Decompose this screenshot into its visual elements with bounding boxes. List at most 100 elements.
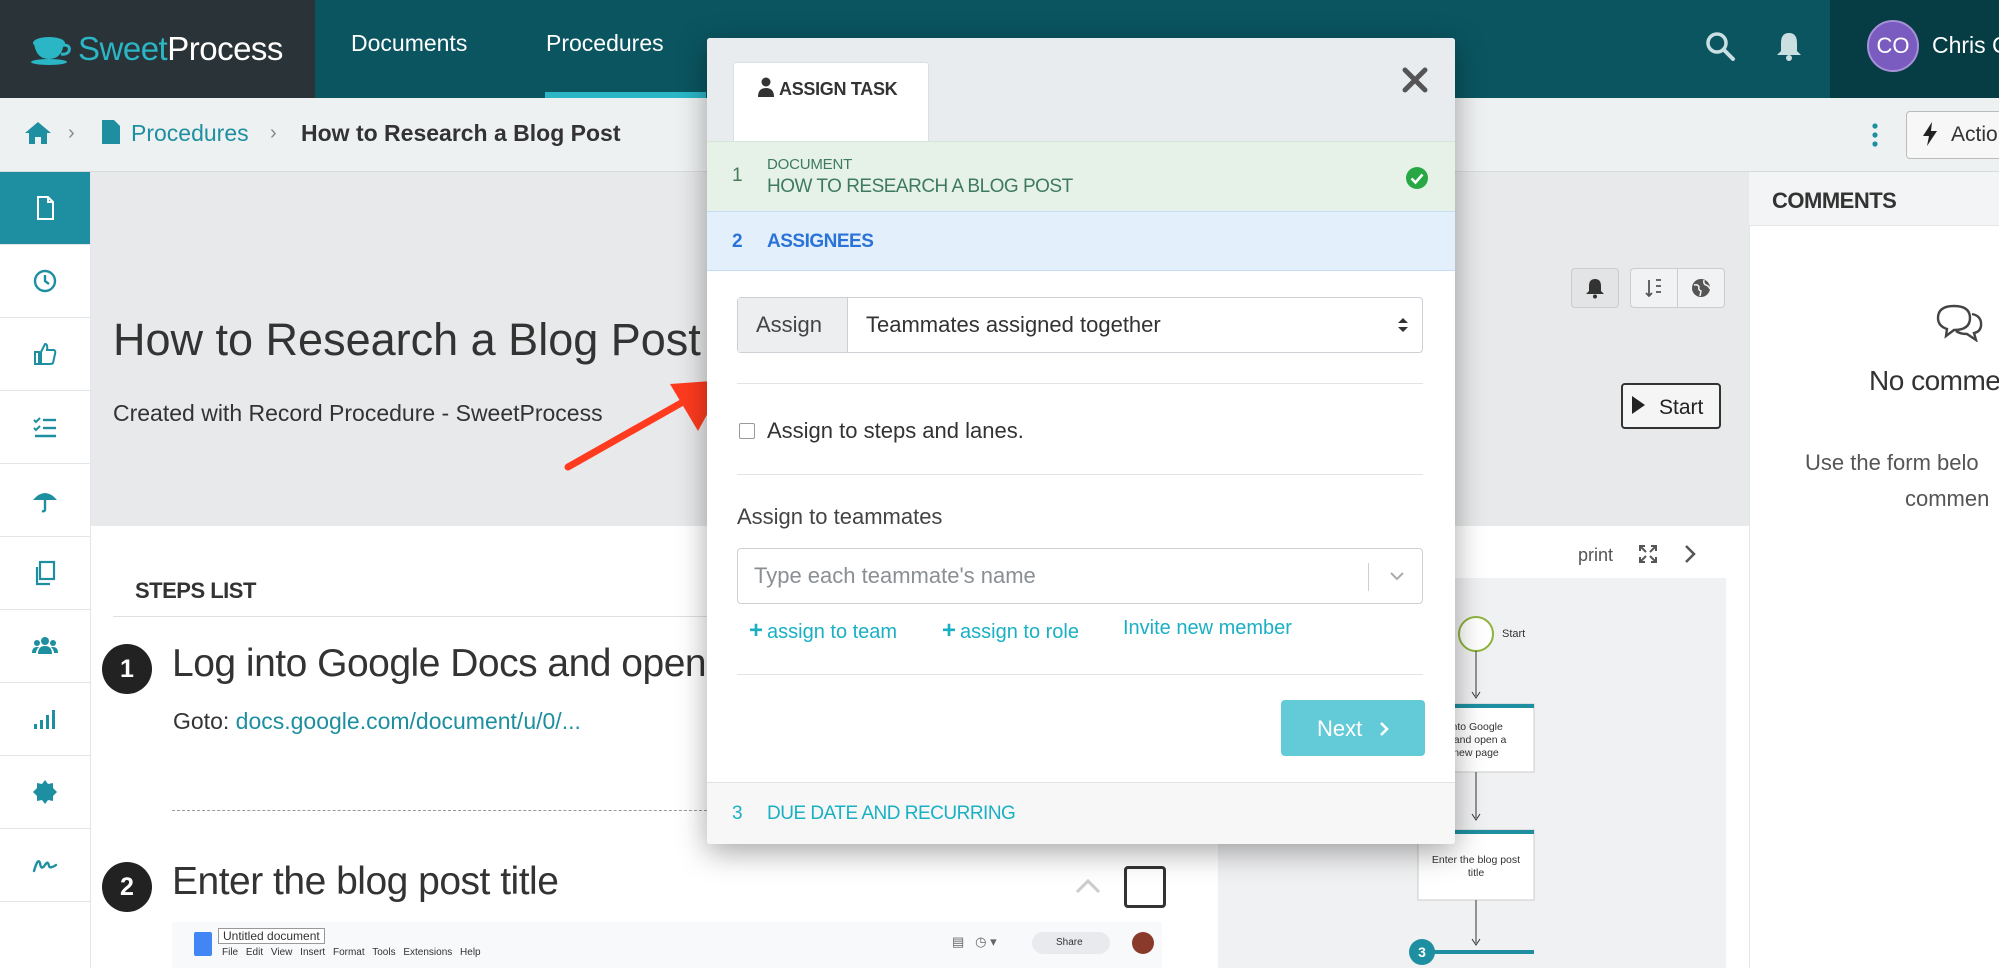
bell-icon[interactable] [1773, 30, 1805, 62]
wizard-step-title: DUE DATE AND RECURRING [767, 803, 1016, 824]
notify-button[interactable] [1571, 268, 1619, 308]
nav-documents[interactable]: Documents [351, 30, 467, 57]
sidebar-item-teams[interactable] [0, 610, 90, 683]
sidebar-item-document[interactable] [0, 172, 90, 245]
input-separator [1368, 563, 1369, 591]
wizard-step-assignees[interactable]: 2 ASSIGNEES [707, 211, 1455, 271]
wizard-step-title: ASSIGNEES [767, 231, 874, 252]
sort-button[interactable] [1630, 268, 1678, 308]
brand-logo[interactable]: Sweet Process [0, 0, 315, 98]
wizard-step-caption: DOCUMENT [767, 156, 853, 173]
umbrella-icon [33, 493, 57, 513]
assign-to-team-link[interactable]: + assign to team [749, 617, 897, 645]
gdoc-toolbar-icons: ▤ ◷ ▾ [952, 934, 997, 949]
assign-to-role-link[interactable]: + assign to role [942, 617, 1079, 645]
nav-procedures[interactable]: Procedures [546, 30, 664, 57]
user-icon [758, 77, 774, 97]
sidebar-item-reports[interactable] [0, 683, 90, 756]
clock-icon [33, 269, 57, 293]
google-docs-icon [194, 932, 212, 956]
expand-icon[interactable] [1638, 544, 1658, 564]
checklist-icon [33, 417, 56, 438]
step-number: 2 [102, 862, 152, 912]
next-button-label: Next [1317, 716, 1363, 741]
home-icon[interactable] [24, 120, 52, 146]
divider [737, 474, 1423, 475]
sidebar-item-signature[interactable] [0, 829, 90, 902]
flowchart-node-3-number: 3 [1418, 944, 1426, 960]
step-goto-link[interactable]: docs.google.com/document/u/0/... [236, 708, 581, 734]
divider [113, 616, 713, 617]
document-subtitle: Created with Record Procedure - SweetPro… [113, 400, 603, 426]
assign-mode-select[interactable]: Teammates assigned together [848, 298, 1422, 352]
gdoc-share-button: Share [1032, 932, 1110, 954]
check-circle-icon [1406, 167, 1428, 189]
tab-assign-task[interactable] [733, 62, 929, 142]
close-icon[interactable] [1400, 65, 1430, 95]
play-icon [1632, 396, 1645, 414]
wizard-step-number: 3 [732, 803, 743, 824]
bell-icon [1586, 279, 1604, 299]
more-options-icon[interactable] [1867, 120, 1883, 150]
user-name[interactable]: Chris C [1932, 32, 1999, 59]
breadcrumb-current: How to Research a Blog Post [301, 120, 621, 146]
sidebar-item-checklist[interactable] [0, 391, 90, 464]
assign-mode-select-group: Assign Teammates assigned together [737, 297, 1423, 353]
users-icon [32, 637, 58, 654]
wizard-step-number: 1 [732, 165, 743, 186]
teacup-icon [31, 37, 71, 65]
chevron-right-icon[interactable] [1683, 544, 1697, 564]
language-button[interactable] [1677, 268, 1725, 308]
step-goto: Goto: docs.google.com/document/u/0/... [173, 708, 581, 735]
chevron-right-icon [1380, 722, 1389, 736]
breadcrumb-separator: › [270, 122, 277, 144]
search-icon[interactable] [1704, 30, 1736, 62]
document-icon [37, 196, 54, 220]
page-title: How to Research a Blog Post [113, 314, 701, 365]
sidebar-item-copy[interactable] [0, 537, 90, 610]
teammate-name-input[interactable] [738, 549, 1358, 603]
sidebar-item-policies[interactable] [0, 464, 90, 537]
breadcrumb-procedures-link[interactable]: Procedures [131, 120, 249, 147]
invite-member-link[interactable]: Invite new member [1123, 617, 1292, 640]
tab-assign-task-label: ASSIGN TASK [779, 79, 898, 99]
wizard-step-due-date[interactable]: 3 DUE DATE AND RECURRING [707, 782, 1455, 844]
step-title[interactable]: Log into Google Docs and open [172, 642, 707, 686]
comments-hint: Use the form belo [1805, 450, 1979, 475]
sidebar-item-history[interactable] [0, 245, 90, 318]
assign-teammates-label: Assign to teammates [737, 504, 943, 529]
assign-addon-label: Assign [738, 298, 848, 352]
steps-list-heading: STEPS LIST [135, 578, 256, 603]
breadcrumb-separator: › [68, 122, 75, 144]
wizard-step-title: HOW TO RESEARCH A BLOG POST [767, 176, 1073, 197]
brand-name-process: Process [167, 30, 283, 67]
assign-to-team-label: assign to team [767, 621, 898, 643]
bar-chart-icon [34, 710, 55, 729]
plus-icon: + [942, 617, 957, 644]
avatar[interactable]: CO [1867, 20, 1919, 72]
print-link[interactable]: print [1578, 545, 1613, 566]
next-button[interactable]: Next [1281, 700, 1425, 756]
assign-task-modal: ASSIGN TASK 1 DOCUMENT HOW TO RESEARCH A… [707, 38, 1455, 844]
step-title[interactable]: Enter the blog post title [172, 860, 559, 904]
teammate-search-field[interactable] [737, 548, 1423, 604]
comments-empty-title: No comme [1869, 365, 1999, 396]
avatar [1132, 932, 1154, 954]
step-complete-checkbox[interactable] [1124, 866, 1166, 908]
wizard-step-document[interactable]: 1 DOCUMENT HOW TO RESEARCH A BLOG POST [707, 141, 1455, 211]
assign-steps-lanes-label[interactable]: Assign to steps and lanes. [767, 418, 1024, 444]
sidebar-item-badge[interactable] [0, 756, 90, 829]
bolt-icon [1923, 122, 1937, 146]
sidebar-item-approvals[interactable] [0, 318, 90, 391]
plus-icon: + [749, 617, 764, 644]
brand-name-sweet: Sweet [78, 30, 168, 67]
actions-button[interactable]: Actio [1906, 111, 1999, 159]
left-sidebar [0, 172, 91, 968]
step-number: 1 [102, 644, 152, 694]
signature-icon [32, 860, 58, 873]
sort-icon [1645, 279, 1661, 298]
step-screenshot: Untitled document File Edit View Insert … [172, 922, 1162, 968]
assign-steps-lanes-checkbox[interactable] [739, 423, 755, 439]
chevron-down-icon[interactable] [1388, 567, 1406, 585]
chevron-up-icon[interactable] [1073, 876, 1103, 896]
